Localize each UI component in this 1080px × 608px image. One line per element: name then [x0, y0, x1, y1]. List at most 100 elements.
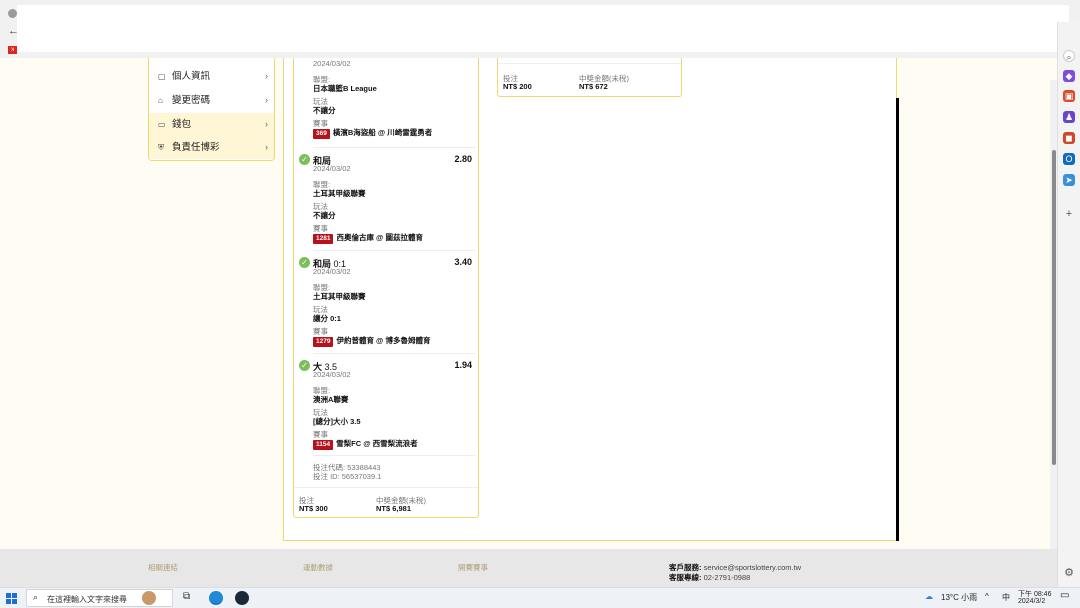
event-value: 369 橫濱B海盜船 @ 川崎雷霆勇者	[313, 127, 432, 139]
profile-icon[interactable]	[8, 9, 17, 18]
weather-text[interactable]: 13°C 小雨	[941, 592, 977, 603]
event-value: 1154 雪梨FC @ 西雪梨流浪者	[313, 438, 418, 450]
browser-sidebar: ⌕ ◆ ▣ ♟ ◼ O ➤ + ⚙	[1057, 22, 1080, 587]
lock-icon: ⌂	[158, 96, 163, 105]
search-icon[interactable]: ⌕	[1063, 50, 1075, 62]
chevron-right-icon: ›	[265, 142, 268, 152]
clock-date[interactable]: 2024/3/2	[1018, 598, 1045, 605]
bet-ticket: 投注 NT$ 200 中獎金額(未稅) NT$ 672	[497, 58, 682, 97]
menu-item-profile[interactable]: ▢ 個人資訊 ›	[149, 65, 274, 88]
bet-type-value: 不讓分	[313, 211, 336, 220]
menu-item-responsible-gaming[interactable]: ⛨ 負責任博彩 ›	[149, 136, 274, 159]
panel-edge	[896, 98, 899, 541]
task-view-icon[interactable]: ⧉	[183, 591, 197, 605]
edge-browser-icon[interactable]	[209, 591, 223, 605]
league-value: 土耳其甲級聯賽	[313, 189, 366, 198]
send-icon[interactable]: ➤	[1063, 174, 1075, 186]
toolbox-icon[interactable]: ▣	[1063, 90, 1075, 102]
check-circle-icon: ✓	[299, 257, 310, 268]
tag-icon[interactable]: ◆	[1063, 70, 1075, 82]
menu-item-change-password[interactable]: ⌂ 變更密碼 ›	[149, 89, 274, 112]
account-side-menu: ▢ 個人資訊 › ⌂ 變更密碼 › ▭ 錢包 › ⛨ 負責任博彩 ›	[148, 58, 275, 161]
leg-date: 2024/03/02	[313, 370, 351, 379]
search-icon: ⌕	[33, 592, 39, 602]
settings-gear-icon[interactable]: ⚙	[1063, 567, 1075, 579]
divider	[313, 353, 475, 354]
menu-item-label: 個人資訊	[172, 71, 211, 82]
notification-icon[interactable]: ▭	[1060, 590, 1069, 601]
leg-date: 2024/03/02	[313, 164, 351, 173]
check-circle-icon: ✓	[299, 360, 310, 371]
shield-icon: ⛨	[158, 143, 164, 152]
bet-type-value: [總分]大小 3.5	[313, 417, 361, 426]
bet-type-value: 讓分 0:1	[313, 314, 341, 323]
leg-odds: 3.40	[454, 257, 472, 267]
hotline-number: 02-2791-0988	[703, 573, 751, 582]
wallet-icon: ▭	[158, 120, 166, 129]
event-number-badge: 1154	[313, 440, 334, 450]
divider	[313, 250, 475, 251]
hotline-label: 客服專線:	[669, 573, 702, 582]
winnings-value: NT$ 6,981	[376, 504, 412, 513]
bet-type-value: 不讓分	[313, 106, 336, 115]
divider	[313, 455, 475, 456]
user-card-icon: ▢	[158, 72, 166, 81]
league-value: 土耳其甲級聯賽	[313, 292, 366, 301]
office-icon[interactable]: ◼	[1063, 132, 1075, 144]
menu-item-label: 錢包	[172, 119, 192, 130]
windows-start-icon[interactable]	[6, 593, 18, 605]
browser-chrome: ← ꓘ	[0, 0, 1080, 58]
leg-odds: 1.94	[454, 360, 472, 370]
add-icon[interactable]: +	[1063, 208, 1075, 220]
event-number-badge: 1281	[313, 234, 334, 244]
leg-odds: 2.80	[454, 154, 472, 164]
stake-value: NT$ 300	[299, 504, 328, 513]
league-value: 澳洲A聯賽	[313, 395, 349, 404]
footer-heading-links: 相關連結	[148, 563, 178, 572]
footer-heading-sports-data: 運動數據	[303, 563, 333, 572]
menu-item-label: 負責任博彩	[172, 142, 220, 153]
event-name: 伊約普體育 @ 博多魯姆體育	[336, 336, 431, 345]
windows-taskbar: ⌕ 在這裡輸入文字來搜尋 ⧉ ☁ 13°C 小雨 ^ 中 下午 08:46 20…	[0, 587, 1080, 608]
site-footer: 相關連結 運動數據 開賽賽事 客戶服務: service@sportslotte…	[0, 549, 1057, 587]
event-value: 1279 伊約普體育 @ 博多魯姆體育	[313, 335, 430, 347]
outlook-icon[interactable]: O	[1063, 153, 1075, 165]
league-value: 日本職籃B League	[313, 84, 377, 93]
divider	[313, 147, 475, 148]
search-highlight-icon[interactable]	[142, 591, 156, 605]
overlay-panel	[17, 5, 1069, 52]
steam-icon[interactable]	[235, 591, 249, 605]
page-content: ▢ 個人資訊 › ⌂ 變更密碼 › ▭ 錢包 › ⛨ 負責任博彩 › 2024/…	[0, 58, 1057, 587]
bet-id: 投注 ID: 56537039.1	[313, 472, 382, 481]
check-circle-icon: ✓	[299, 154, 310, 165]
event-number-badge: 369	[313, 129, 330, 139]
menu-item-label: 變更密碼	[172, 95, 211, 106]
page-scrollbar-thumb[interactable]	[1052, 150, 1056, 465]
event-name: 雪梨FC @ 西雪梨流浪者	[336, 439, 418, 448]
bet-ticket: 2024/03/02 聯盟: 日本職籃B League 玩法 不讓分 賽事 36…	[293, 58, 479, 518]
leg-date: 2024/03/02	[313, 59, 351, 68]
chevron-right-icon: ›	[265, 71, 268, 81]
event-value: 1281 西奧倫古庫 @ 圖茲拉體育	[313, 232, 423, 244]
chevron-right-icon: ›	[265, 95, 268, 105]
weather-icon: ☁	[925, 592, 933, 601]
event-number-badge: 1279	[313, 337, 334, 347]
footer-heading-events: 開賽賽事	[458, 563, 488, 572]
service-label: 客戶服務:	[669, 563, 702, 572]
leg-date: 2024/03/02	[313, 267, 351, 276]
footer-hotline: 客服專線: 02-2791-0988	[669, 572, 750, 583]
games-icon[interactable]: ♟	[1063, 111, 1075, 123]
event-name: 西奧倫古庫 @ 圖茲拉體育	[336, 233, 423, 242]
divider	[294, 487, 478, 488]
tray-chevron-icon[interactable]: ^	[985, 592, 989, 601]
winnings-value: NT$ 672	[579, 82, 608, 91]
stake-value: NT$ 200	[503, 82, 532, 91]
ime-indicator[interactable]: 中	[1002, 592, 1010, 603]
service-email[interactable]: service@sportslottery.com.tw	[704, 563, 802, 572]
event-name: 橫濱B海盜船 @ 川崎雷霆勇者	[332, 128, 433, 137]
divider	[498, 63, 681, 64]
menu-item-wallet[interactable]: ▭ 錢包 ›	[149, 113, 274, 136]
favorites-app-icon[interactable]: ꓘ	[8, 46, 17, 54]
chevron-right-icon: ›	[265, 119, 268, 129]
search-placeholder: 在這裡輸入文字來搜尋	[47, 595, 127, 604]
